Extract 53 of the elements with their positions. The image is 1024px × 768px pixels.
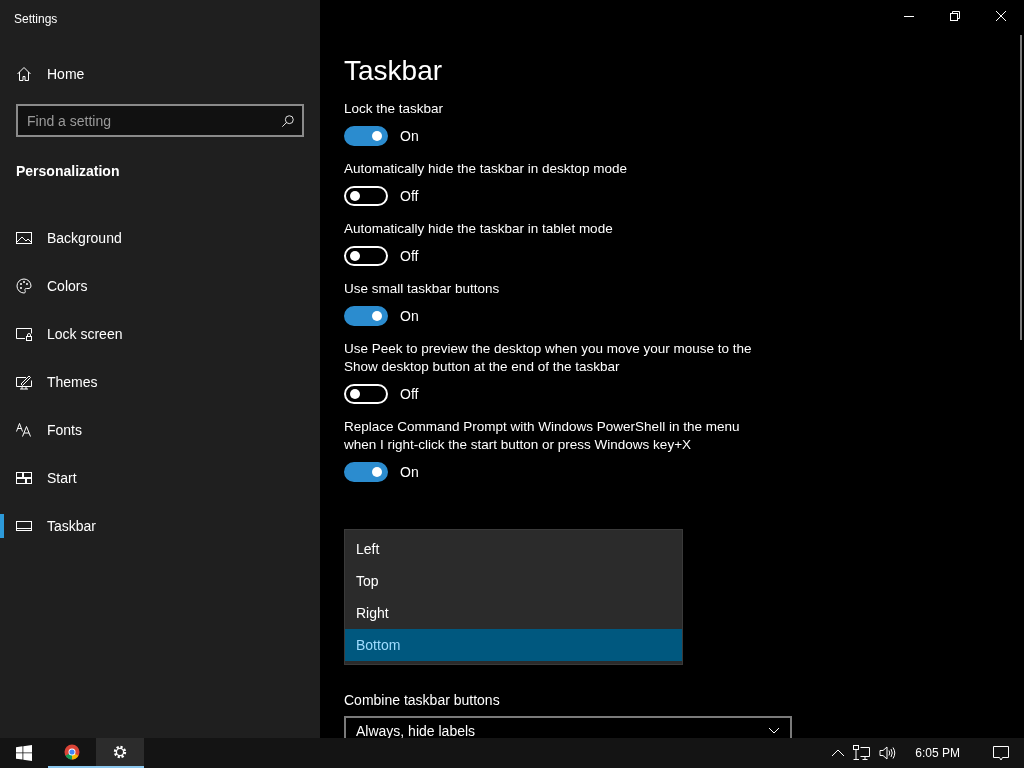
setting-label: Use Peek to preview the desktop when you move your mouse to the Show desktop button at the end of the taskbar (344, 340, 753, 376)
speech-bubble-icon (993, 745, 1009, 761)
sidebar-item[interactable]: Themes (0, 358, 320, 406)
toggle-switch[interactable] (344, 126, 388, 146)
section-heading: Personalization (16, 162, 121, 181)
search-icon (281, 114, 295, 128)
speaker-icon[interactable] (879, 745, 898, 761)
setting-label: Replace Command Prompt with Windows PowerShell in the menu when I right-click the start button or press Windows key+X (344, 418, 741, 454)
sidebar-item[interactable]: Start (0, 454, 320, 502)
toggle-state: On (400, 126, 419, 146)
menu-option[interactable]: Right (345, 597, 682, 629)
clock-text[interactable]: 6:05 PM (915, 744, 960, 762)
font-letters-icon (16, 422, 32, 438)
toggle-switch[interactable] (344, 462, 388, 482)
setting-label: Automatically hide the taskbar in desktop mode (344, 160, 628, 178)
search-field[interactable]: Find a setting (16, 104, 304, 137)
menu-option[interactable]: Left (345, 533, 682, 565)
taskbar-app-button[interactable] (96, 738, 144, 768)
sidebar-item[interactable]: Lock screen (0, 310, 320, 358)
network-icon[interactable] (853, 745, 872, 761)
toggle-state: Off (400, 246, 419, 266)
monitor-brush-icon (16, 374, 32, 390)
sidebar-item[interactable]: Background (0, 214, 320, 262)
taskbar-icon (16, 518, 32, 534)
menu-option[interactable]: Top (345, 565, 682, 597)
sidebar-item[interactable]: Fonts (0, 406, 320, 454)
sidebar-item[interactable]: Taskbar (0, 502, 320, 550)
dropdown-field[interactable]: Always, hide labels (344, 716, 792, 738)
menu-option[interactable]: Bottom (345, 629, 682, 661)
monitor-lock-icon (16, 326, 32, 342)
windows-logo-icon (16, 745, 32, 761)
home-icon (16, 66, 32, 82)
tiles-icon (16, 470, 32, 486)
toggle-state: Off (400, 384, 419, 404)
chevron-up-icon[interactable] (831, 747, 846, 759)
palette-icon (16, 278, 32, 294)
toggle-switch[interactable] (344, 306, 388, 326)
window-title: Settings (14, 11, 59, 28)
setting-label: Use small taskbar buttons (344, 280, 501, 298)
sidebar-item[interactable]: Colors (0, 262, 320, 310)
toggle-state: On (400, 462, 419, 482)
toggle-state: On (400, 306, 419, 326)
toggle-state: Off (400, 186, 419, 206)
setting-label: Lock the taskbar (344, 100, 445, 118)
setting-label: Automatically hide the taskbar in tablet mode (344, 220, 614, 238)
gear-icon (112, 744, 128, 760)
restore-icon (950, 11, 960, 21)
page-title: Taskbar (344, 54, 444, 88)
browser-icon (64, 744, 80, 760)
setting-label: Combine taskbar buttons (344, 691, 500, 710)
close-icon (996, 11, 1006, 21)
home-link[interactable]: Home (0, 54, 320, 94)
picture-frame-icon (16, 230, 32, 246)
